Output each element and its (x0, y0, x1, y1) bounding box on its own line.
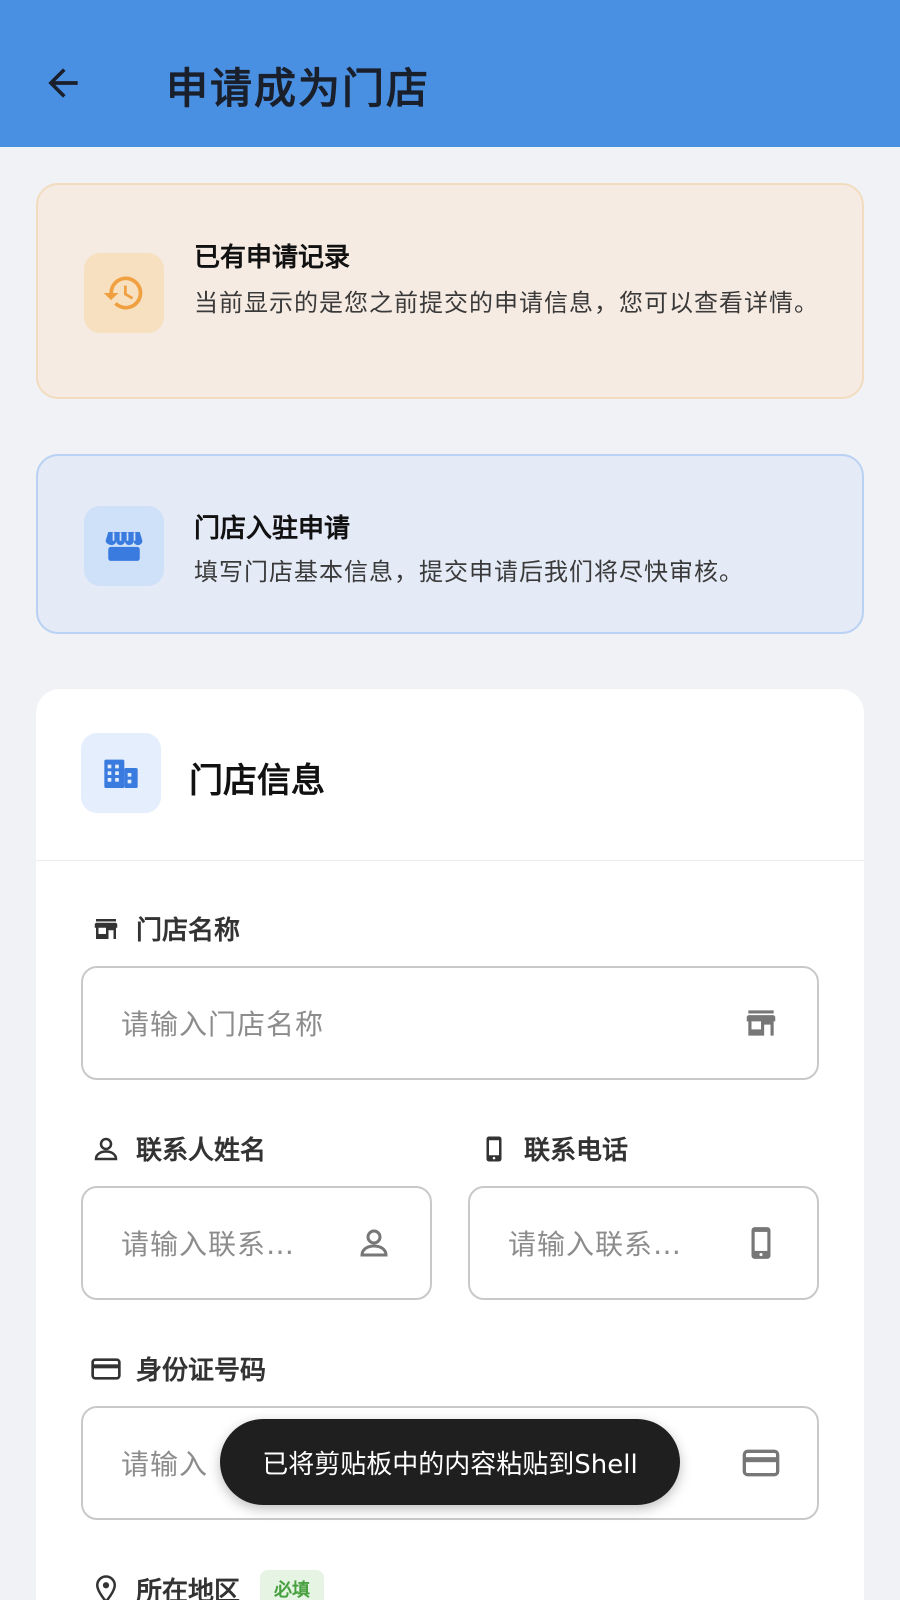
person-icon (354, 1223, 394, 1263)
id-number-label: 身份证号码 (136, 1356, 267, 1386)
store-info-header: 门店信息 (36, 689, 864, 861)
clipboard-toast: 已将剪贴板中的内容粘贴到Shell (220, 1419, 680, 1505)
region-label-row: 所在地区 必填 (90, 1570, 325, 1600)
app-bar: 申请成为门店 (0, 0, 900, 147)
store-application-title: 门店入驻申请 (194, 514, 351, 544)
store-info-title: 门店信息 (189, 761, 325, 801)
building-icon (81, 733, 161, 813)
store-name-label: 门店名称 (136, 916, 241, 946)
store-name-label-row: 门店名称 (90, 910, 240, 947)
contact-name-placeholder: 请输入联系… (121, 1228, 296, 1261)
store-icon (741, 1003, 781, 1043)
contact-name-label: 联系人姓名 (136, 1136, 267, 1166)
history-notice-card[interactable]: 已有申请记录 当前显示的是您之前提交的申请信息，您可以查看详情。 (36, 183, 864, 399)
phone-icon (741, 1223, 781, 1263)
arrow-left-icon (48, 68, 78, 98)
phone-icon (478, 1133, 510, 1165)
history-notice-description: 当前显示的是您之前提交的申请信息，您可以查看详情。 (194, 289, 819, 317)
contact-phone-placeholder: 请输入联系… (508, 1228, 683, 1261)
region-label: 所在地区 (136, 1576, 241, 1600)
person-icon (90, 1133, 122, 1165)
contact-name-label-row: 联系人姓名 (90, 1130, 266, 1167)
store-icon (90, 913, 122, 945)
contact-phone-label-row: 联系电话 (478, 1130, 628, 1167)
store-application-description: 填写门店基本信息，提交申请后我们将尽快审核。 (194, 558, 744, 586)
store-application-card: 门店入驻申请 填写门店基本信息，提交申请后我们将尽快审核。 (36, 454, 864, 634)
history-icon (84, 253, 164, 333)
id-card-icon (90, 1353, 122, 1385)
store-name-placeholder: 请输入门店名称 (121, 1008, 325, 1041)
id-card-icon (741, 1443, 781, 1483)
page-title: 申请成为门店 (166, 64, 431, 113)
contact-phone-label: 联系电话 (524, 1136, 629, 1166)
required-badge: 必填 (260, 1570, 325, 1600)
history-notice-title: 已有申请记录 (194, 243, 351, 273)
contact-phone-input[interactable]: 请输入联系… (468, 1186, 819, 1300)
contact-name-input[interactable]: 请输入联系… (81, 1186, 432, 1300)
store-name-input[interactable]: 请输入门店名称 (81, 966, 819, 1080)
back-button[interactable] (36, 56, 90, 110)
location-pin-icon (90, 1573, 122, 1600)
id-number-label-row: 身份证号码 (90, 1350, 266, 1387)
storefront-icon (84, 506, 164, 586)
